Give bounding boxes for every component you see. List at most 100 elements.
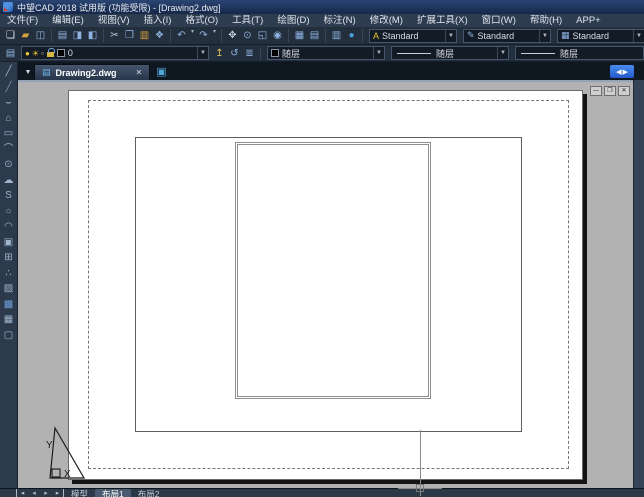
spline-icon[interactable]: S [1,188,17,204]
paste-icon[interactable]: ▥ [137,28,152,43]
chevron-down-icon[interactable]: ▼ [197,47,208,59]
plot-icon[interactable]: ▤ [55,28,70,43]
restore-window-icon[interactable]: ❐ [604,86,616,96]
new-file-icon[interactable]: ❏ [3,28,18,43]
previous-tab-button[interactable]: ◂ [28,489,40,497]
layer-combo[interactable]: ● ☀ ▫ 0 ▼ [21,46,209,60]
menu-draw[interactable]: 绘图(D) [270,14,316,27]
tab-overflow-dropdown[interactable]: ▼ [22,69,34,76]
menu-express-tools[interactable]: 扩展工具(X) [410,14,475,27]
construction-line-icon[interactable]: ╱ [1,80,17,96]
render-icon[interactable]: ● [344,28,359,43]
copy-icon[interactable]: ❐ [122,28,137,43]
tab-model[interactable]: 模型 [64,489,95,497]
drawing-canvas[interactable]: — ❐ ✕ Y X [18,80,633,488]
layer-unlock-icon [47,52,54,57]
make-block-icon[interactable]: ⊞ [1,250,17,266]
zoom-previous-icon[interactable]: ◉ [270,28,285,43]
collapse-left-icon: ◀ [616,68,621,76]
toolbar-separator [51,29,52,42]
chevron-down-icon[interactable]: ▼ [539,30,550,42]
redo-dropdown-caret[interactable]: ▾ [211,28,218,43]
chevron-down-icon[interactable]: ▼ [633,30,644,42]
palette-icon-group: ▦▤ [292,28,322,43]
right-scrollbar[interactable] [633,80,644,488]
menu-window[interactable]: 窗口(W) [475,14,523,27]
menu-tools[interactable]: 工具(T) [225,14,270,27]
panel-collapse-toggle[interactable]: ◀ ▶ [610,65,634,78]
tab-layout2[interactable]: 布局2 [131,489,167,497]
chevron-down-icon[interactable]: ▼ [445,30,456,42]
arc-icon[interactable]: ⌒ [1,142,17,158]
pan-icon[interactable]: ✥ [225,28,240,43]
current-lineweight-value: 随层 [560,47,578,60]
line-icon[interactable]: ╱ [1,64,17,80]
text-style-combo[interactable]: A Standard ▼ [369,29,457,43]
match-properties-icon[interactable]: ❖ [152,28,167,43]
hatch-icon[interactable]: ▨ [1,281,17,297]
menu-help[interactable]: 帮助(H) [523,14,569,27]
first-tab-button[interactable]: ◂ [16,489,28,497]
layer-properties-manager-icon[interactable]: ▤ [3,46,18,61]
sheet-set-manager-icon[interactable]: ▥ [329,28,344,43]
tab-layout1[interactable]: 布局1 [95,489,131,497]
plot-preview-icon[interactable]: ◨ [70,28,85,43]
menu-modify[interactable]: 修改(M) [363,14,410,27]
close-tab-icon[interactable]: ✕ [136,68,143,77]
make-object-layer-current-icon[interactable]: ↥ [212,46,227,61]
close-window-icon[interactable]: ✕ [618,86,630,96]
chevron-down-icon[interactable]: ▼ [373,47,384,59]
ellipse-icon[interactable]: ○ [1,204,17,220]
redo-icon[interactable]: ↷ [196,28,211,43]
open-file-icon[interactable]: ▰ [18,28,33,43]
standard-toolbar: ❏▰◫ ▤◨◧ ✂❐▥❖ ↶▾↷▾ ✥⊙◱◉ ▦▤ ▥● A Standard … [0,27,644,45]
document-tab-drawing2[interactable]: ▤ Drawing2.dwg ✕ [34,64,150,80]
dimension-style-combo[interactable]: ✎ Standard ▼ [463,29,551,43]
menu-format[interactable]: 格式(O) [178,14,225,27]
layer-states-icon[interactable]: ≣ [242,46,257,61]
menu-file[interactable]: 文件(F) [0,14,45,27]
revision-cloud-icon[interactable]: ☁ [1,173,17,189]
undo-icon[interactable]: ↶ [174,28,189,43]
zoom-realtime-icon[interactable]: ⊙ [240,28,255,43]
point-icon[interactable]: ∴ [1,266,17,282]
polyline-icon[interactable]: ⌣ [1,95,17,111]
paper-space-ucs-icon: Y X [24,426,88,484]
layer-previous-icon[interactable]: ↺ [227,46,242,61]
last-tab-button[interactable]: ▸ [52,489,64,497]
menu-edit[interactable]: 编辑(E) [45,14,91,27]
ellipse-arc-icon[interactable]: ◠ [1,219,17,235]
menu-insert[interactable]: 插入(I) [136,14,178,27]
table-style-combo[interactable]: ▦ Standard ▼ [557,29,644,43]
undo-dropdown-caret[interactable]: ▾ [189,28,196,43]
linetype-combo[interactable]: 随层 ▼ [391,46,509,60]
menu-view[interactable]: 视图(V) [91,14,137,27]
tool-palettes-icon[interactable]: ▤ [307,28,322,43]
current-color-swatch [271,49,279,57]
new-drawing-button[interactable]: ▣ [156,65,166,78]
save-file-icon[interactable]: ◫ [33,28,48,43]
minimize-window-icon[interactable]: — [590,86,602,96]
menu-dimension[interactable]: 标注(N) [317,14,363,27]
circle-icon[interactable]: ⊙ [1,157,17,173]
color-combo[interactable]: 随层 ▼ [267,46,385,60]
rectangle-icon[interactable]: ▭ [1,126,17,142]
publish-icon[interactable]: ◧ [85,28,100,43]
cut-icon[interactable]: ✂ [107,28,122,43]
crosshair-pickbox [416,484,424,492]
lineweight-combo[interactable]: 随层 [515,46,644,60]
region-icon[interactable]: ▢ [1,328,17,344]
title-bar: 中望CAD 2018 试用版 (功能受限) - [Drawing2.dwg] [0,0,644,14]
table-icon[interactable]: ▦ [1,312,17,328]
insert-block-icon[interactable]: ▣ [1,235,17,251]
toolbar-separator [103,29,104,42]
menu-app-plus[interactable]: APP+ [569,14,608,27]
chevron-down-icon[interactable]: ▼ [497,47,508,59]
table-style-icon: ▦ [561,30,570,41]
zoom-window-icon[interactable]: ◱ [255,28,270,43]
gradient-icon[interactable]: ▩ [1,297,17,313]
drawn-rectangle-entity[interactable] [235,142,431,399]
design-center-icon[interactable]: ▦ [292,28,307,43]
polygon-icon[interactable]: ⌂ [1,111,17,127]
next-tab-button[interactable]: ▸ [40,489,52,497]
